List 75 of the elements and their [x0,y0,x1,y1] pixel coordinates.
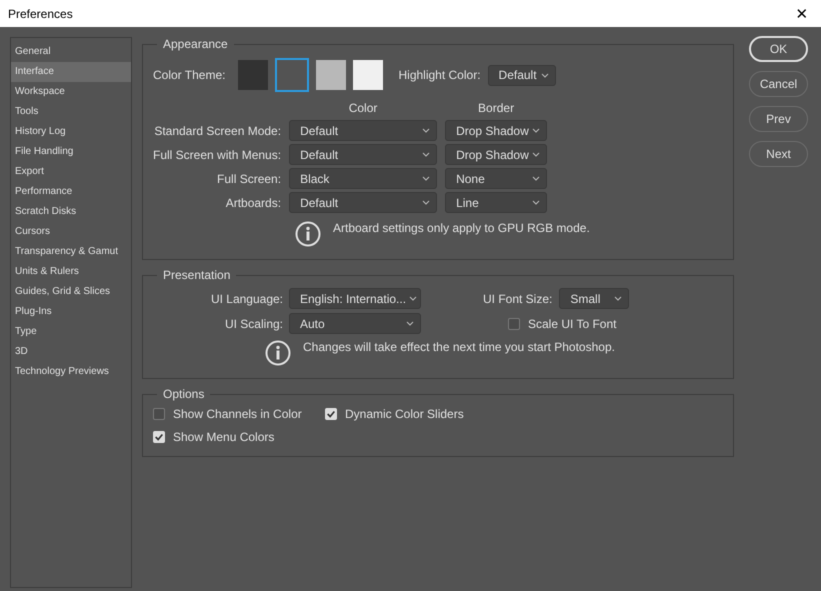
row-label: Standard Screen Mode: [153,124,282,138]
sidebar-item[interactable]: Plug-Ins [11,302,131,322]
checkbox-label: Scale UI To Font [528,316,616,330]
checkbox-label: Show Channels in Color [173,407,302,421]
ui-scaling-dropdown[interactable]: Auto [289,313,421,334]
info-icon [265,340,291,366]
column-header: Color [348,101,378,117]
theme-swatch[interactable] [275,58,310,92]
checkbox[interactable] [508,318,520,330]
ui-language-label: UI Language: [210,292,283,306]
column-header: Border [477,101,516,117]
info-note: Changes will take effect the next time you start Photoshop. [303,340,615,354]
caret-icon [422,152,430,157]
border-dropdown[interactable]: Line [445,192,548,213]
border-dropdown[interactable]: Drop Shadow [445,144,548,165]
caret-icon [532,152,540,157]
caret-icon [422,176,430,181]
ui-language-dropdown[interactable]: English: Internatio... [289,288,421,309]
dialog-button[interactable]: Next [749,141,808,167]
ui-scaling-label: UI Scaling: [224,316,283,330]
sidebar-item[interactable]: File Handling [11,142,131,162]
theme-swatch[interactable] [238,60,268,90]
color-theme-label: Color Theme: [153,68,226,82]
window-title: Preferences [8,6,73,20]
caret-icon [532,176,540,181]
sidebar-item[interactable]: Performance [11,182,131,202]
sidebar-item[interactable]: Guides, Grid & Slices [11,282,131,302]
theme-swatch[interactable] [316,60,346,90]
ui-font-size-label: UI Font Size: [483,292,552,306]
caret-icon [422,200,430,205]
row-label: Full Screen with Menus: [153,148,282,162]
sidebar-item[interactable]: Units & Rulers [11,262,131,282]
sidebar-item[interactable]: Technology Previews [11,362,131,382]
color-dropdown[interactable]: Default [289,144,438,165]
sidebar-item[interactable]: Export [11,162,131,182]
row-label: Artboards: [224,196,282,210]
dialog-button[interactable]: OK [749,36,808,62]
caret-icon [614,296,622,301]
theme-swatch[interactable] [353,60,384,90]
close-button[interactable]: ✕ [787,0,817,27]
group-title: Options [162,387,206,401]
color-dropdown[interactable]: Default [289,192,438,213]
sidebar-item[interactable]: History Log [11,122,131,142]
caret-icon [532,200,540,205]
sidebar-item[interactable]: Scratch Disks [11,202,131,222]
info-icon [295,221,321,247]
caret-icon [406,321,414,326]
checkbox-label: Dynamic Color Sliders [345,407,464,421]
sidebar-item[interactable]: Interface [11,62,131,82]
caret-icon [532,128,540,133]
checkbox-label: Show Menu Colors [173,430,274,444]
sidebar-item[interactable]: Cursors [11,222,131,242]
checkbox[interactable] [153,408,165,420]
row-label: Full Screen: [216,172,282,186]
color-dropdown[interactable]: Black [289,168,438,189]
caret-icon [540,72,549,78]
sidebar-item[interactable]: Workspace [11,82,131,102]
dialog-button[interactable]: Prev [749,106,808,132]
sidebar-item[interactable]: Tools [11,102,131,122]
group-title: Appearance [162,37,229,51]
sidebar-item[interactable]: General [11,42,131,62]
dialog-button[interactable]: Cancel [749,71,808,97]
sidebar-item[interactable]: 3D [11,342,131,362]
border-dropdown[interactable]: None [445,168,548,189]
highlight-color-label: Highlight Color: [398,68,481,82]
caret-icon [409,296,418,301]
sidebar-item[interactable]: Type [11,322,131,342]
info-note: Artboard settings only apply to GPU RGB mode. [333,221,590,235]
border-dropdown[interactable]: Drop Shadow [445,120,548,141]
ui-font-size-dropdown[interactable]: Small [559,288,630,309]
highlight-color-dropdown[interactable]: Default [488,64,556,86]
caret-icon [422,128,430,133]
group-title: Presentation [162,268,232,282]
color-dropdown[interactable]: Default [289,120,438,141]
sidebar-item[interactable]: Transparency & Gamut [11,242,131,262]
